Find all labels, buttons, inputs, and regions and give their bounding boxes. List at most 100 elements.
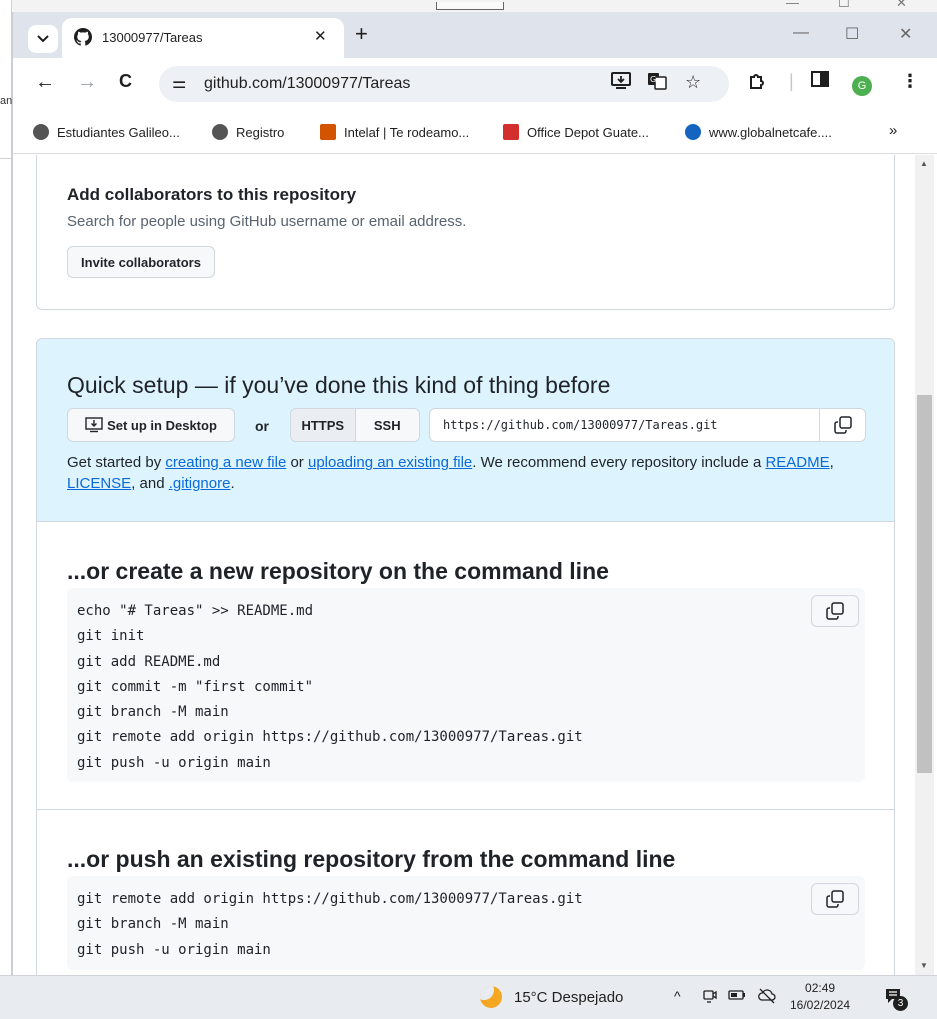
tab-tareas[interactable]: 13000977/Tareas ✕ — [62, 18, 344, 58]
code-line: git remote add origin https://github.com… — [77, 729, 583, 746]
system-clock[interactable]: 02:49 16/02/2024 — [790, 980, 850, 1014]
bookmark-item[interactable]: Registro — [212, 124, 284, 140]
copy-url-button[interactable] — [819, 409, 865, 441]
bookmark-favicon-icon — [33, 124, 49, 140]
svg-text:G: G — [650, 75, 656, 84]
weather-widget[interactable]: 15°C Despejado — [480, 986, 623, 1008]
quick-setup-description: Get started by creating a new file or up… — [67, 454, 834, 492]
clone-url-value[interactable]: https://github.com/13000977/Tareas.git — [443, 418, 718, 432]
install-app-icon[interactable] — [611, 72, 631, 95]
push-repo-title: ...or push an existing repository from t… — [67, 846, 676, 872]
translate-icon[interactable]: G — [647, 72, 667, 95]
code-line: git remote add origin https://github.com… — [77, 891, 583, 907]
cloud-offline-icon[interactable] — [758, 988, 776, 1007]
desktop-download-icon — [85, 417, 103, 433]
page-viewport: Add collaborators to this repository Sea… — [13, 155, 915, 975]
clock-date: 16/02/2024 — [790, 998, 851, 1012]
toolbar-divider: | — [789, 71, 794, 91]
bookmark-favicon-icon — [320, 124, 336, 140]
code-line: git init — [77, 628, 145, 645]
background-minimize-icon: — — [786, 0, 799, 10]
protocol-toggle: HTTPS SSH — [290, 408, 420, 442]
side-panel-icon[interactable] — [811, 71, 829, 92]
menu-kebab-icon[interactable]: ⋮ — [901, 71, 919, 92]
maximize-button[interactable]: ☐ — [845, 24, 859, 44]
new-tab-button[interactable]: + — [355, 21, 368, 47]
copy-icon — [826, 602, 844, 620]
profile-avatar[interactable]: G — [852, 76, 872, 96]
bookmark-favicon-icon — [503, 124, 519, 140]
copy-icon — [826, 890, 844, 908]
collaborators-card: Add collaborators to this repository Sea… — [36, 155, 895, 310]
new-repo-section: ...or create a new repository on the com… — [37, 522, 894, 810]
scrollbar-thumb[interactable] — [917, 395, 932, 773]
bookmarks-bar: Estudiantes Galileo... Registro Intelaf … — [13, 110, 937, 154]
gitignore-link[interactable]: .gitignore — [169, 475, 231, 492]
collaborators-subtitle: Search for people using GitHub username … — [67, 213, 467, 230]
weather-text: 15°C Despejado — [514, 988, 624, 1006]
bookmark-star-icon[interactable]: ☆ — [685, 72, 701, 93]
bookmark-item[interactable]: Office Depot Guate... — [503, 124, 649, 140]
clone-url-field[interactable]: https://github.com/13000977/Tareas.git — [429, 408, 866, 442]
site-info-icon[interactable]: ⚌ — [172, 73, 186, 93]
copy-icon — [833, 416, 852, 434]
https-tab[interactable]: HTTPS — [291, 409, 356, 441]
bookmark-favicon-icon — [212, 124, 228, 140]
github-icon — [74, 28, 92, 46]
tab-close-icon[interactable]: ✕ — [314, 27, 327, 45]
code-line: git push -u origin main — [77, 754, 271, 771]
reload-button[interactable]: C — [119, 71, 132, 92]
extensions-icon[interactable] — [747, 71, 767, 96]
readme-link[interactable]: README — [765, 454, 829, 471]
show-hidden-icons-button[interactable]: ^ — [674, 988, 681, 1004]
address-url[interactable]: github.com/13000977/Tareas — [204, 75, 410, 93]
notification-center-button[interactable]: 3 — [884, 987, 908, 1011]
setup-desktop-button[interactable]: Set up in Desktop — [67, 408, 235, 442]
tab-search-button[interactable] — [28, 25, 58, 53]
address-bar[interactable]: ⚌ github.com/13000977/Tareas G ☆ — [159, 66, 729, 102]
quick-setup-box: Quick setup — if you’ve done this kind o… — [36, 338, 895, 975]
code-lines: git remote add origin https://github.com… — [77, 887, 583, 963]
browser-toolbar: ← → C ⚌ github.com/13000977/Tareas G ☆ |… — [13, 58, 937, 110]
tab-title: 13000977/Tareas — [102, 30, 203, 45]
bookmark-item[interactable]: Estudiantes Galileo... — [33, 124, 180, 140]
bookmark-item[interactable]: Intelaf | Te rodeamo... — [320, 124, 469, 140]
license-link[interactable]: LICENSE — [67, 475, 131, 492]
invite-collaborators-button[interactable]: Invite collaborators — [67, 246, 215, 278]
code-line: git branch -M main — [77, 704, 229, 721]
creating-new-file-link[interactable]: creating a new file — [165, 454, 286, 471]
bookmarks-overflow-button[interactable]: » — [889, 122, 897, 139]
or-label: or — [255, 418, 269, 434]
code-lines: echo "# Tareas" >> README.md git init git … — [77, 599, 583, 776]
code-line: git push -u origin main — [77, 941, 271, 958]
browser-window: 13000977/Tareas ✕ + — ☐ ✕ ← → C ⚌ github… — [12, 12, 937, 975]
code-line: git commit -m "first commit" — [77, 678, 314, 695]
copy-push-repo-button[interactable] — [811, 883, 859, 915]
minimize-button[interactable]: — — [793, 24, 809, 42]
quick-setup-panel: Quick setup — if you’ve done this kind o… — [37, 339, 894, 522]
background-window-edge: ana — [0, 0, 12, 975]
ssh-tab[interactable]: SSH — [355, 409, 419, 441]
code-line: git branch -M main — [77, 916, 229, 933]
snap-handle[interactable] — [436, 2, 504, 10]
scroll-down-icon[interactable]: ▼ — [920, 961, 928, 970]
notification-count-badge: 3 — [893, 996, 908, 1011]
close-button[interactable]: ✕ — [899, 24, 912, 44]
scroll-up-icon[interactable]: ▲ — [920, 159, 928, 168]
clock-time: 02:49 — [805, 981, 836, 995]
moon-icon — [480, 986, 502, 1008]
chevron-down-icon — [37, 35, 49, 43]
page-scrollbar[interactable]: ▲ ▼ — [915, 155, 934, 975]
meet-now-icon[interactable] — [702, 988, 718, 1007]
tab-strip: 13000977/Tareas ✕ + — ☐ ✕ — [13, 12, 937, 58]
uploading-file-link[interactable]: uploading an existing file — [308, 454, 472, 471]
bookmark-item[interactable]: www.globalnetcafe.... — [685, 124, 832, 140]
copy-new-repo-button[interactable] — [811, 595, 859, 627]
back-button[interactable]: ← — [35, 71, 55, 94]
push-repo-code: git remote add origin https://github.com… — [67, 876, 865, 970]
bookmark-favicon-icon — [685, 124, 701, 140]
taskbar: 15°C Despejado ^ 02:49 16/02/2024 3 — [0, 975, 937, 1019]
battery-icon[interactable] — [728, 988, 746, 1004]
forward-button[interactable]: → — [77, 71, 97, 94]
new-repo-code: echo "# Tareas" >> README.md git init git … — [67, 588, 865, 782]
